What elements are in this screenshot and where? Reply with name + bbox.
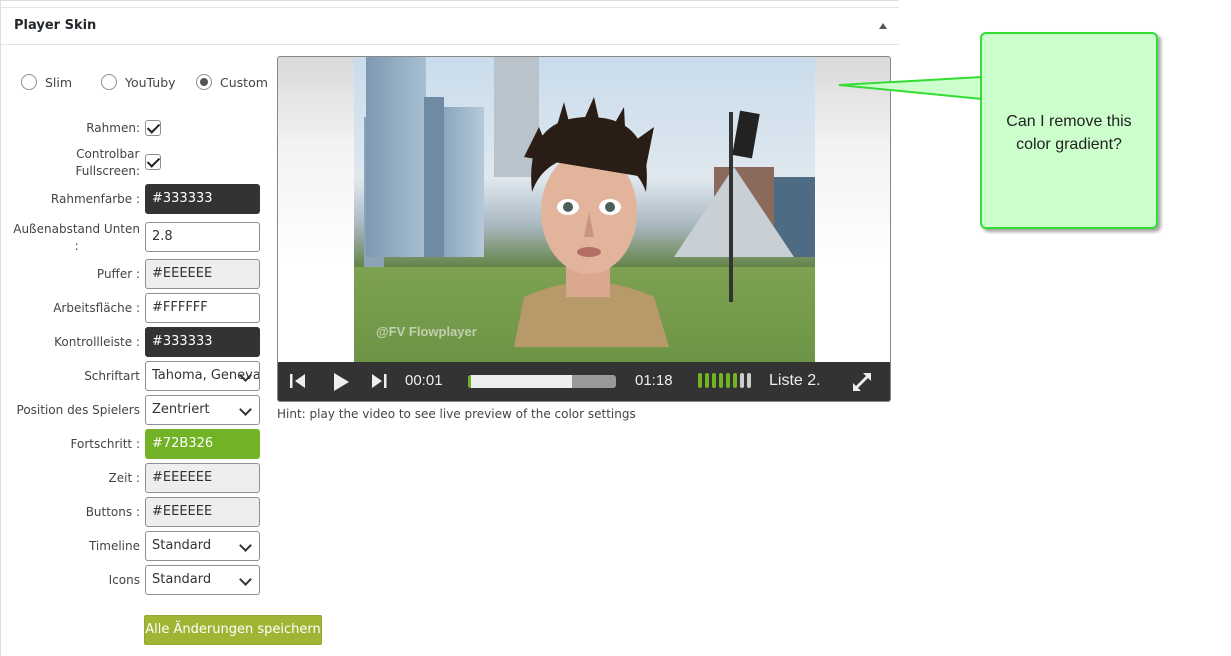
- label-icons: Icons: [108, 573, 140, 587]
- radio-slim[interactable]: [21, 74, 37, 90]
- control-bar: 00:01 01:18 Liste 2.: [278, 362, 890, 401]
- building: [424, 97, 444, 257]
- radio-youtuby[interactable]: [101, 74, 117, 90]
- volume-bar[interactable]: [726, 373, 730, 388]
- next-icon[interactable]: [370, 372, 388, 390]
- speaker: [732, 110, 760, 159]
- select-icons[interactable]: Standard: [145, 565, 260, 595]
- label-rahmenfarbe: Rahmenfarbe :: [50, 192, 140, 206]
- volume-bar[interactable]: [698, 373, 702, 388]
- panel-title: Player Skin: [14, 18, 97, 33]
- collapse-arrow-icon[interactable]: [879, 23, 887, 29]
- watermark: @FV Flowplayer: [376, 324, 477, 339]
- input-buttons[interactable]: #EEEEEE: [145, 497, 260, 527]
- building: [366, 57, 426, 257]
- label-puffer: Puffer :: [96, 267, 140, 281]
- video-frame[interactable]: @FV Flowplayer: [354, 57, 815, 362]
- select-schriftart[interactable]: Tahoma, Geneva: [145, 361, 260, 391]
- input-puffer[interactable]: #EEEEEE: [145, 259, 260, 289]
- input-zeit[interactable]: #EEEEEE: [145, 463, 260, 493]
- skin-option-youtuby[interactable]: YouTuby: [101, 74, 176, 90]
- timeline-buffer: [468, 375, 572, 388]
- skin-option-custom[interactable]: Custom: [196, 74, 268, 90]
- radio-label-custom: Custom: [220, 74, 268, 90]
- label-controlbar-line2: Fullscreen:: [75, 164, 140, 178]
- playlist-label[interactable]: Liste 2.: [769, 372, 821, 390]
- player-preview[interactable]: @FV Flowplayer 00:01 01:18 Liste 2.: [277, 56, 891, 402]
- volume-bar[interactable]: [719, 373, 723, 388]
- volume-bar[interactable]: [712, 373, 716, 388]
- volume-bar[interactable]: [705, 373, 709, 388]
- duration: 01:18: [635, 372, 673, 389]
- select-position[interactable]: Zentriert: [145, 395, 260, 425]
- current-time: 00:01: [405, 372, 443, 389]
- volume-control[interactable]: [698, 373, 753, 388]
- input-rahmenfarbe[interactable]: #333333: [145, 184, 260, 214]
- input-arbeitsflaeche[interactable]: #FFFFFF: [145, 293, 260, 323]
- label-controlbar-fullscreen: Controlbar Fullscreen:: [76, 146, 140, 180]
- player-skin-panel: Player Skin Slim YouTuby Custom Rahmen: …: [0, 0, 899, 656]
- person-figure: [514, 97, 669, 347]
- lamp-post: [729, 112, 733, 302]
- hint-text: Hint: play the video to see live preview…: [277, 407, 636, 421]
- input-fortschritt[interactable]: #72B326: [145, 429, 260, 459]
- label-fortschritt: Fortschritt :: [70, 437, 140, 451]
- select-timeline[interactable]: Standard: [145, 531, 260, 561]
- volume-bar[interactable]: [733, 373, 737, 388]
- volume-bar[interactable]: [740, 373, 744, 388]
- label-controlbar-line1: Controlbar: [76, 147, 140, 161]
- label-rahmen: Rahmen:: [86, 121, 140, 135]
- radio-label-slim: Slim: [45, 74, 73, 90]
- label-aussenabstand-line1: Außenabstand Unten: [13, 222, 140, 236]
- callout-text: Can I remove this color gradient?: [1006, 113, 1132, 153]
- label-kontrollleiste: Kontrollleiste :: [54, 335, 140, 349]
- pyramid: [674, 167, 794, 257]
- panel-header[interactable]: Player Skin: [1, 7, 899, 45]
- volume-bar[interactable]: [747, 373, 751, 388]
- fullscreen-icon[interactable]: [852, 372, 872, 392]
- skin-option-slim[interactable]: Slim: [21, 74, 72, 90]
- checkbox-rahmen[interactable]: [145, 120, 161, 136]
- label-aussenabstand: Außenabstand Unten :: [13, 221, 140, 255]
- label-aussenabstand-line2: :: [74, 239, 79, 253]
- radio-custom[interactable]: [196, 74, 212, 90]
- input-kontrollleiste[interactable]: #333333: [145, 327, 260, 357]
- label-arbeitsflaeche: Arbeitsfläche :: [53, 301, 140, 315]
- callout-box: Can I remove this color gradient?: [980, 32, 1158, 229]
- label-timeline: Timeline: [88, 539, 140, 553]
- label-position: Position des Spielers: [16, 403, 140, 417]
- label-schriftart: Schriftart: [84, 369, 140, 383]
- callout-pointer: [838, 76, 983, 100]
- save-button[interactable]: Alle Änderungen speichern: [144, 615, 322, 645]
- checkbox-controlbar-fullscreen[interactable]: [145, 154, 161, 170]
- prev-icon[interactable]: [289, 372, 307, 390]
- label-zeit: Zeit :: [108, 471, 141, 485]
- play-icon[interactable]: [331, 372, 351, 392]
- building: [444, 107, 484, 257]
- timeline-bar[interactable]: [468, 375, 616, 388]
- timeline-progress: [468, 375, 471, 388]
- radio-label-youtuby: YouTuby: [125, 74, 176, 90]
- label-buttons: Buttons :: [85, 505, 140, 519]
- input-aussenabstand[interactable]: 2.8: [145, 222, 260, 252]
